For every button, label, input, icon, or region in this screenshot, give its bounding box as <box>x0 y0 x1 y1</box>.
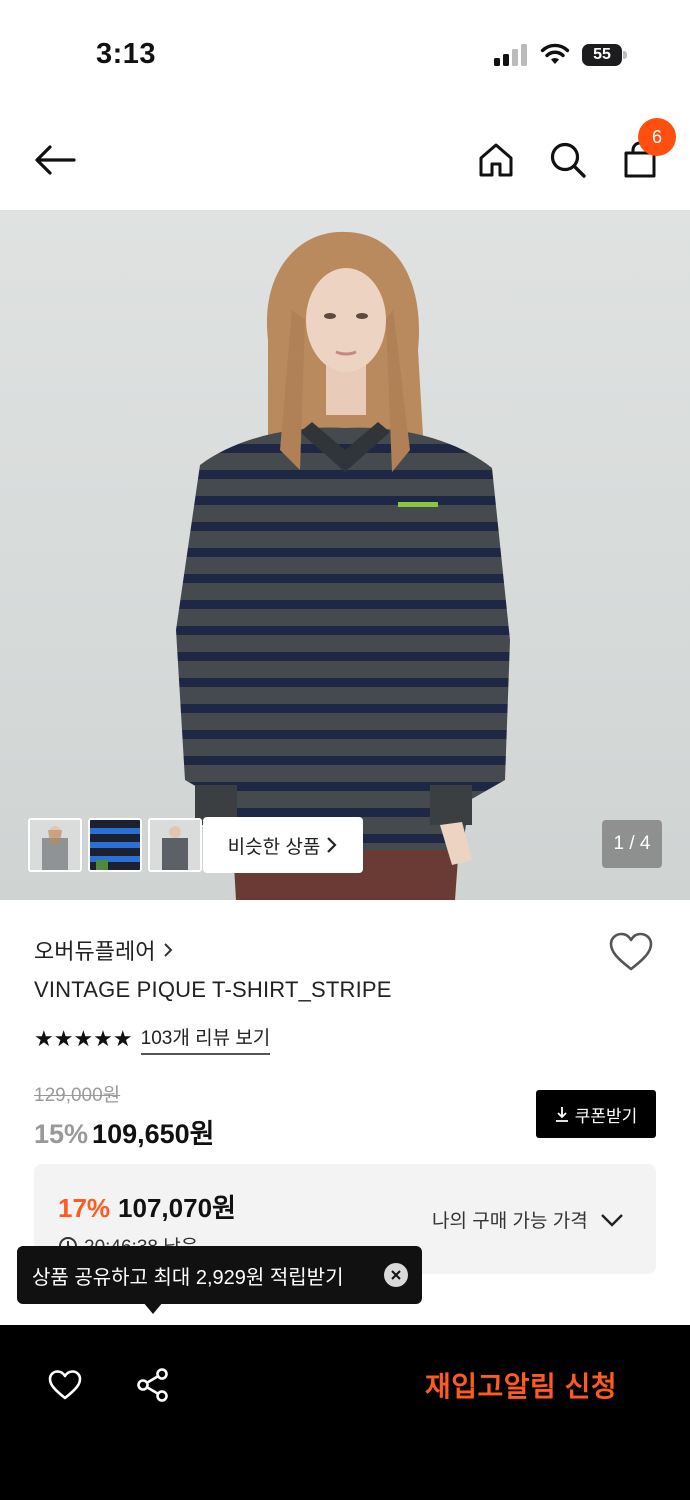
star-rating: ★★★★★ <box>34 1026 133 1051</box>
battery-level: 55 <box>582 44 622 66</box>
best-discount-rate: 17% <box>58 1193 111 1223</box>
product-photo <box>176 231 510 900</box>
original-price: 129,000원 <box>34 1085 121 1106</box>
bottom-action-bar: 재입고알림 신청 <box>0 1325 690 1500</box>
heart-icon <box>609 932 653 971</box>
wishlist-button[interactable] <box>608 932 656 976</box>
brand-name: 오버듀플레어 <box>34 939 156 964</box>
home-icon <box>479 143 513 177</box>
close-icon <box>391 1270 401 1280</box>
sale-price: 109,650원 <box>92 1119 215 1149</box>
brand-link[interactable]: 오버듀플레어 <box>34 934 173 966</box>
status-bar: 3:13 55 <box>0 0 690 110</box>
similar-products-label: 비슷한 상품 <box>227 836 321 858</box>
best-price-row: 17% 107,070원 <box>58 1188 236 1225</box>
search-button[interactable] <box>546 138 590 182</box>
best-price-value: 107,070원 <box>118 1193 236 1223</box>
status-time: 3:13 <box>96 38 157 70</box>
battery-indicator: 55 <box>582 44 628 66</box>
share-button[interactable] <box>131 1363 175 1407</box>
home-button[interactable] <box>474 138 518 182</box>
chevron-right-icon <box>327 837 337 853</box>
chevron-down-icon <box>600 1213 623 1227</box>
my-price-toggle[interactable]: 나의 구매 가능 가격 <box>432 1206 624 1233</box>
product-name: VINTAGE PIQUE T-SHIRT_STRIPE <box>34 977 392 1002</box>
restock-alert-button[interactable]: 재입고알림 신청 <box>425 1365 617 1405</box>
product-image-gallery[interactable]: 비슷한 상품 1 / 4 <box>0 210 690 900</box>
thumbnail-2[interactable] <box>88 818 142 872</box>
tooltip-text: 상품 공유하고 최대 2,929원 적립받기 <box>32 1266 344 1289</box>
image-page-indicator: 1 / 4 <box>602 820 662 868</box>
tooltip-tail <box>143 1302 163 1314</box>
thumbnail-strip <box>28 818 202 872</box>
share-icon <box>137 1368 168 1402</box>
thumbnail-3[interactable] <box>148 818 202 872</box>
similar-products-button[interactable]: 비슷한 상품 <box>203 817 363 873</box>
my-price-label: 나의 구매 가능 가격 <box>432 1211 588 1232</box>
battery-tip <box>623 51 627 59</box>
heart-icon <box>48 1370 82 1400</box>
search-icon <box>550 142 586 178</box>
sale-price-row: 15% 109,650원 <box>34 1112 215 1151</box>
chevron-right-icon <box>164 943 173 957</box>
coupon-button[interactable]: 쿠폰받기 <box>536 1090 656 1138</box>
cart-count-badge: 6 <box>638 118 676 156</box>
review-link[interactable]: 103개 리뷰 보기 <box>140 1023 271 1055</box>
discount-rate: 15% <box>34 1119 89 1149</box>
cellular-signal-icon <box>494 44 527 66</box>
back-arrow-icon <box>35 145 76 175</box>
bottom-wishlist-button[interactable] <box>43 1363 87 1407</box>
rating-row: ★★★★★ 103개 리뷰 보기 <box>34 1023 271 1055</box>
thumbnail-1[interactable] <box>28 818 82 872</box>
download-icon <box>555 1107 568 1122</box>
coupon-label: 쿠폰받기 <box>574 1106 638 1126</box>
tooltip-close-button[interactable] <box>384 1263 408 1287</box>
share-reward-tooltip: 상품 공유하고 최대 2,929원 적립받기 <box>17 1246 422 1304</box>
wifi-icon <box>540 43 570 64</box>
top-navigation <box>0 110 690 210</box>
back-button[interactable] <box>33 138 77 182</box>
